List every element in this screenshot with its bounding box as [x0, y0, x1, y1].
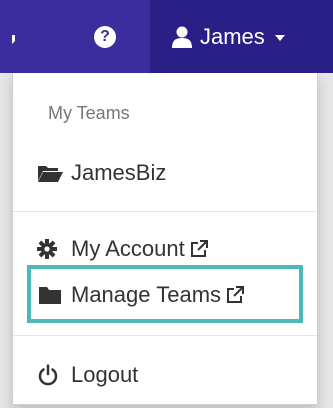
caret-fragment-icon [12, 35, 21, 44]
folder-open-icon [38, 166, 63, 182]
divider [13, 211, 317, 212]
menu-item-my-account[interactable]: My Account [13, 227, 317, 271]
power-icon [38, 364, 58, 386]
gear-icon [37, 239, 57, 259]
menu-item-label: My Account [71, 236, 185, 261]
user-name: James [200, 23, 265, 49]
dropdown-section-header: My Teams [48, 103, 130, 123]
menu-item-label: Logout [71, 362, 139, 387]
external-link-icon [227, 286, 245, 303]
chevron-down-icon [274, 35, 285, 41]
external-link-icon [190, 240, 208, 257]
user-dropdown-menu: My Teams JamesBiz My Account Manage Team… [12, 73, 318, 405]
menu-item-manage-teams[interactable]: Manage Teams [13, 273, 317, 317]
menu-item-team[interactable]: JamesBiz [13, 151, 317, 195]
menu-item-logout[interactable]: Logout [13, 353, 317, 397]
top-navbar: ? James [0, 0, 333, 73]
question-icon: ? [94, 25, 116, 48]
help-button[interactable]: ? [60, 0, 150, 73]
divider [13, 335, 317, 336]
user-menu-toggle[interactable]: James [150, 0, 333, 73]
menu-item-label: Manage Teams [71, 282, 222, 307]
user-icon [172, 26, 192, 48]
navbar-item-partial[interactable] [0, 0, 60, 73]
menu-item-label: JamesBiz [71, 160, 167, 185]
folder-icon [39, 287, 61, 304]
